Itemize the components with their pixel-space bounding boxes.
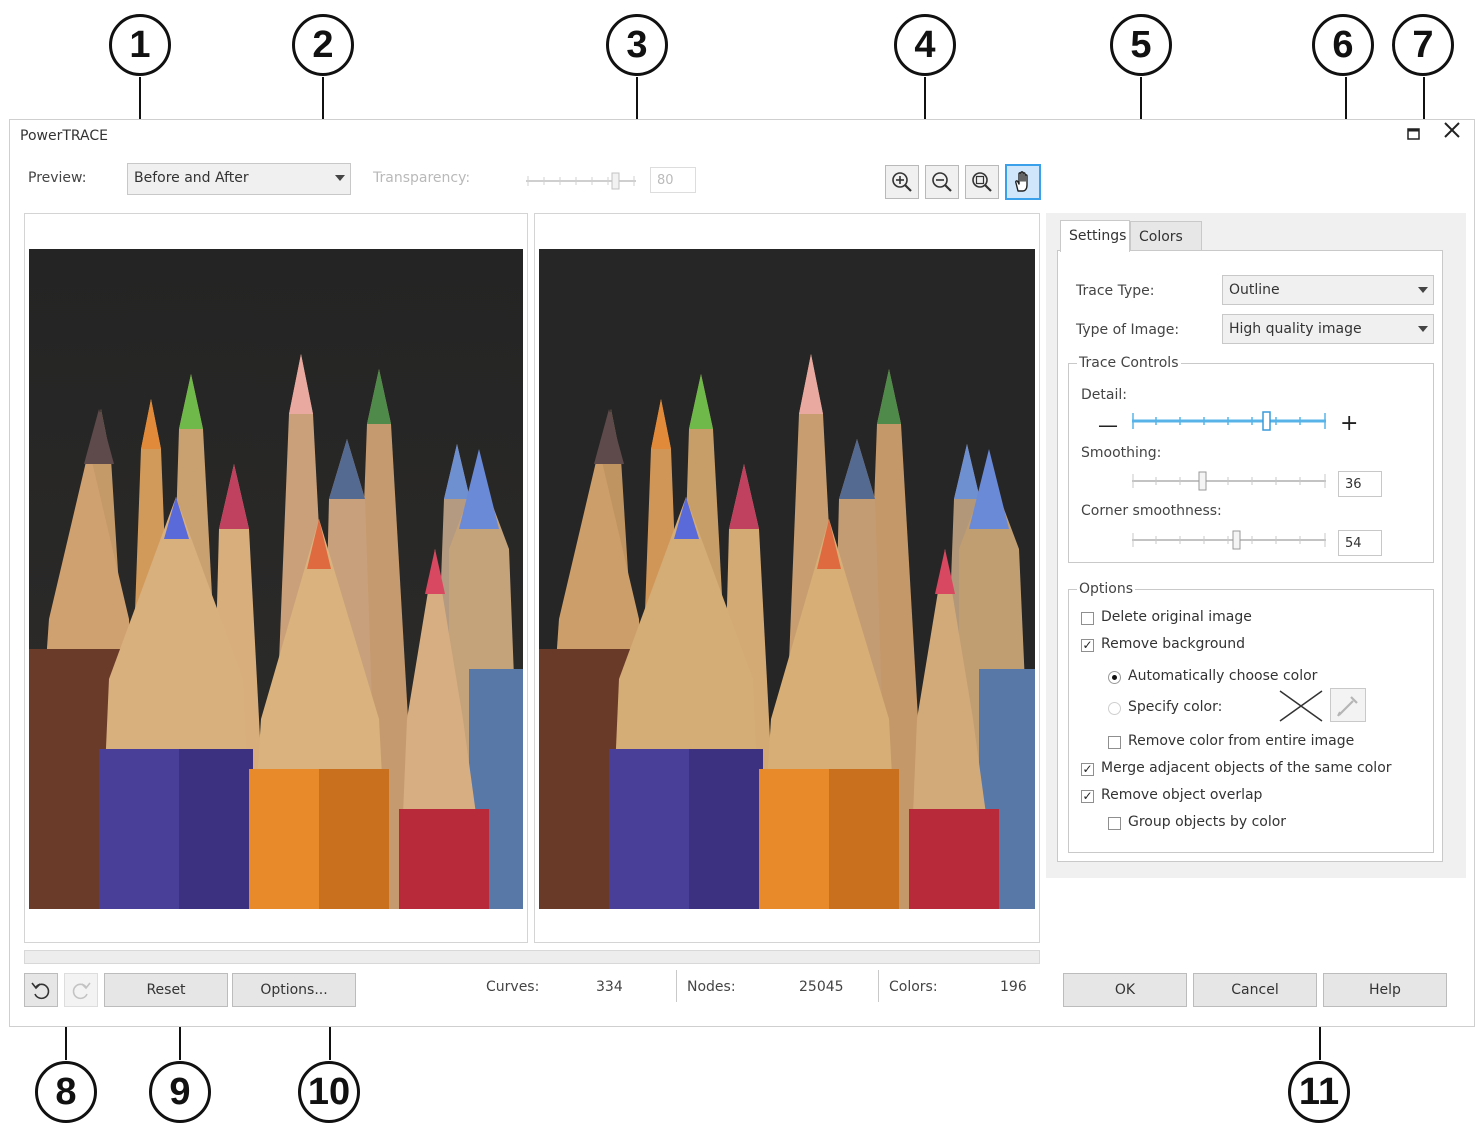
redo-button[interactable] [64, 973, 98, 1007]
pan-hand-icon[interactable] [1005, 164, 1041, 200]
callout-11: 11 [1288, 1061, 1350, 1123]
chevron-down-icon [1418, 287, 1428, 293]
smoothing-label: Smoothing: [1081, 445, 1162, 461]
transparency-label: Transparency: [373, 170, 471, 186]
detail-slider[interactable] [1130, 409, 1330, 433]
callout-1: 1 [109, 14, 171, 76]
smoothing-slider[interactable] [1130, 469, 1330, 493]
group-by-color-checkbox[interactable] [1108, 817, 1121, 830]
chevron-down-icon [335, 175, 345, 181]
pencils-original-image [29, 249, 523, 909]
after-preview-panel [534, 213, 1040, 943]
preview-select[interactable]: Before and After [127, 163, 351, 195]
options-legend: Options [1079, 581, 1134, 597]
image-type-select[interactable]: High quality image [1222, 314, 1434, 344]
auto-color-label: Automatically choose color [1128, 668, 1318, 684]
close-icon[interactable] [1442, 120, 1462, 145]
trace-type-label: Trace Type: [1076, 283, 1155, 299]
colors-value: 196 [1000, 979, 1027, 995]
callout-6: 6 [1312, 14, 1374, 76]
powertrace-dialog: PowerTRACE Preview: Before and After Tra… [9, 119, 1475, 1027]
undo-button[interactable] [24, 973, 58, 1007]
preview-label: Preview: [28, 170, 87, 186]
smoothing-input[interactable]: 36 [1338, 471, 1382, 497]
settings-tab-content: Trace Type: Outline Type of Image: High … [1057, 250, 1443, 862]
specify-color-label: Specify color: [1128, 699, 1223, 715]
maximize-icon[interactable] [1406, 122, 1422, 146]
eyedropper-button[interactable] [1330, 688, 1366, 722]
colors-label: Colors: [889, 979, 938, 995]
callout-4: 4 [894, 14, 956, 76]
stat-divider [878, 970, 879, 1002]
merge-adjacent-label: Merge adjacent objects of the same color [1101, 760, 1392, 776]
auto-color-radio[interactable] [1108, 671, 1121, 684]
cancel-button[interactable]: Cancel [1193, 973, 1317, 1007]
remove-overlap-label: Remove object overlap [1101, 787, 1263, 803]
callout-3: 3 [606, 14, 668, 76]
no-color-swatch-icon[interactable] [1278, 689, 1324, 723]
image-type-label: Type of Image: [1076, 322, 1180, 338]
group-by-color-label: Group objects by color [1128, 814, 1287, 830]
callout-7: 7 [1392, 14, 1454, 76]
corner-smoothness-input[interactable]: 54 [1338, 530, 1382, 556]
trace-type-value: Outline [1229, 282, 1280, 298]
zoom-out-icon[interactable] [925, 165, 959, 199]
reset-button[interactable]: Reset [104, 973, 228, 1007]
zoom-fit-icon[interactable] [965, 165, 999, 199]
progress-bar [24, 950, 1040, 964]
remove-background-label: Remove background [1101, 636, 1246, 652]
detail-decrease-button[interactable]: — [1098, 413, 1118, 437]
stat-divider [676, 970, 677, 1002]
tab-settings[interactable]: Settings [1060, 220, 1130, 252]
ok-button[interactable]: OK [1063, 973, 1187, 1007]
trace-type-select[interactable]: Outline [1222, 275, 1434, 305]
nodes-label: Nodes: [687, 979, 736, 995]
remove-background-checkbox[interactable]: ✓ [1081, 639, 1094, 652]
eyedropper-icon [1337, 696, 1358, 717]
dialog-title: PowerTRACE [20, 128, 108, 144]
corner-smoothness-slider[interactable] [1130, 528, 1330, 552]
detail-label: Detail: [1081, 387, 1127, 403]
image-type-value: High quality image [1229, 321, 1362, 337]
remove-overlap-checkbox[interactable]: ✓ [1081, 790, 1094, 803]
after-image[interactable] [539, 249, 1035, 909]
preview-select-value: Before and After [134, 170, 249, 186]
specify-color-radio[interactable] [1108, 702, 1121, 715]
corner-smoothness-label: Corner smoothness: [1081, 503, 1222, 519]
callout-8: 8 [35, 1061, 97, 1123]
redo-icon [72, 982, 91, 1000]
remove-color-entire-label: Remove color from entire image [1128, 733, 1355, 749]
help-button[interactable]: Help [1323, 973, 1447, 1007]
nodes-value: 25045 [799, 979, 844, 995]
transparency-slider[interactable] [524, 170, 640, 192]
options-button[interactable]: Options... [232, 973, 356, 1007]
delete-original-label: Delete original image [1101, 609, 1252, 625]
curves-value: 334 [596, 979, 623, 995]
tab-colors[interactable]: Colors [1130, 221, 1202, 251]
remove-color-entire-checkbox[interactable] [1108, 736, 1121, 749]
callout-10: 10 [298, 1061, 360, 1123]
callout-2: 2 [292, 14, 354, 76]
pencils-traced-image [539, 249, 1035, 909]
zoom-in-icon[interactable] [885, 165, 919, 199]
before-image[interactable] [29, 249, 523, 909]
merge-adjacent-checkbox[interactable]: ✓ [1081, 763, 1094, 776]
before-preview-panel [24, 213, 528, 943]
callout-5: 5 [1110, 14, 1172, 76]
trace-controls-legend: Trace Controls [1079, 355, 1179, 371]
detail-increase-button[interactable]: + [1340, 411, 1358, 436]
undo-icon [31, 982, 50, 1000]
chevron-down-icon [1418, 326, 1428, 332]
delete-original-checkbox[interactable] [1081, 612, 1094, 625]
transparency-input[interactable]: 80 [650, 167, 696, 193]
callout-9: 9 [149, 1061, 211, 1123]
curves-label: Curves: [486, 979, 540, 995]
